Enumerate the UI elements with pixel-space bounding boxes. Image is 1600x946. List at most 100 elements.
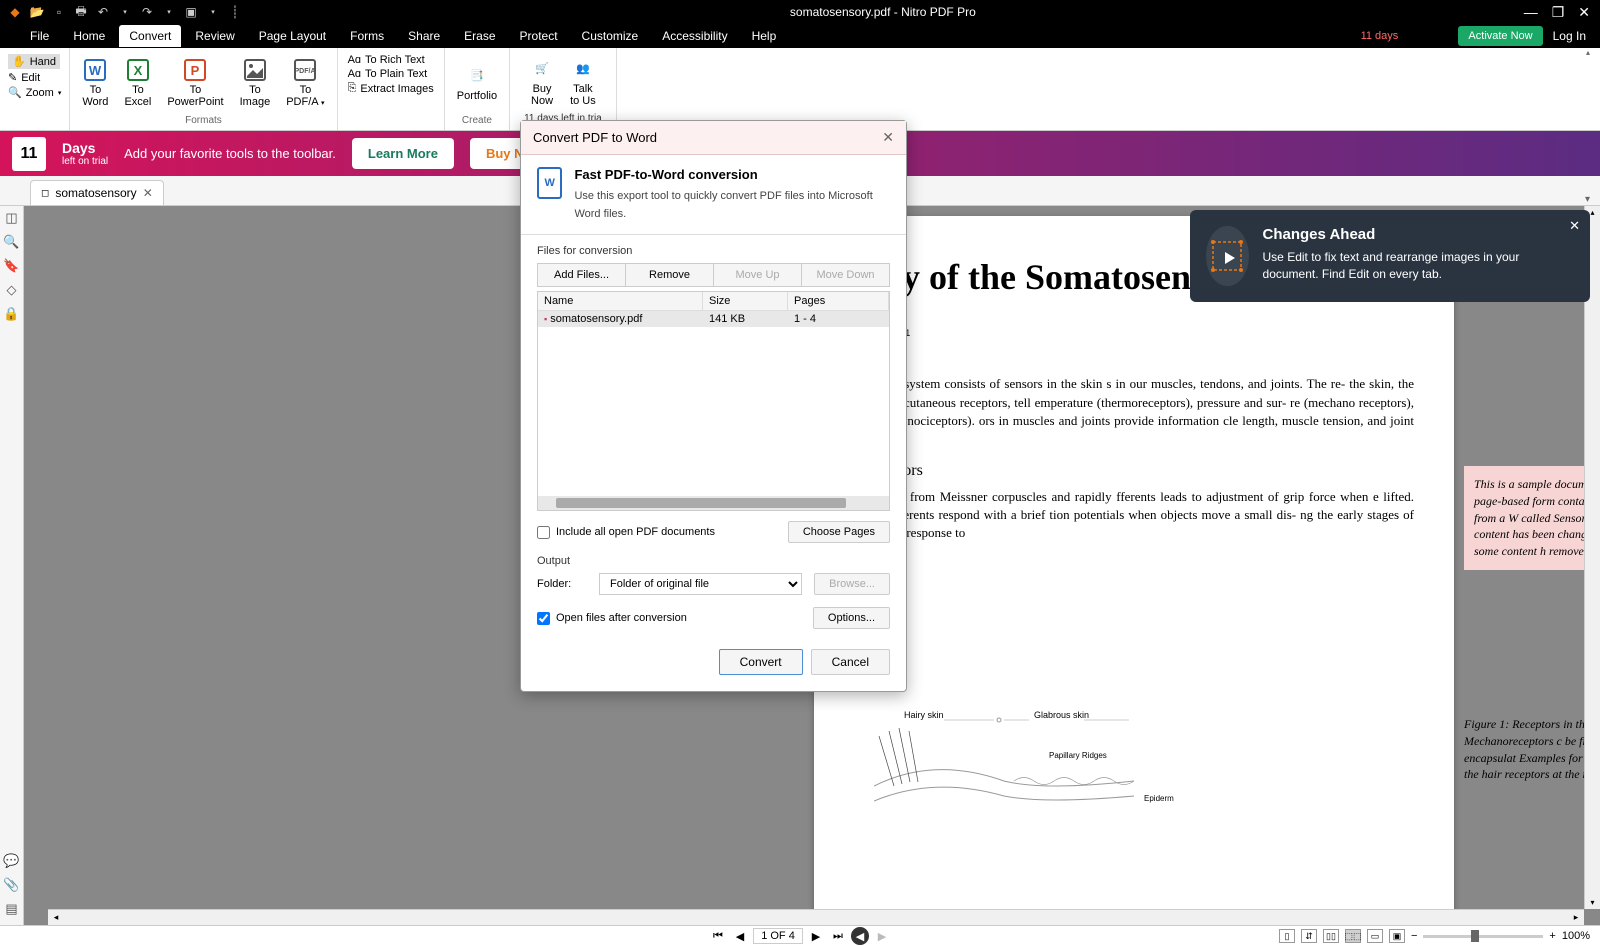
bookmarks-icon[interactable]: 🔖 (4, 258, 20, 274)
tags-icon[interactable]: ◇ (4, 282, 20, 298)
ribbon-collapse-icon[interactable]: ▴ (1586, 48, 1600, 57)
add-files-button[interactable]: Add Files... (538, 264, 626, 286)
zoom-slider-handle[interactable] (1471, 930, 1479, 942)
to-image-button[interactable]: ToImage (236, 56, 275, 110)
zoom-label[interactable]: 100% (1562, 930, 1590, 942)
menu-customize[interactable]: Customize (572, 25, 649, 47)
view-fullscreen-button[interactable]: ▭ (1367, 929, 1383, 943)
talk-to-us-button[interactable]: 👥Talkto Us (566, 55, 600, 109)
search-icon[interactable]: 🔍 (4, 234, 20, 250)
menu-help[interactable]: Help (742, 25, 787, 47)
qat-dropdown-icon[interactable]: ▾ (206, 5, 220, 19)
next-page-button[interactable]: ▶ (807, 927, 825, 945)
vertical-scrollbar[interactable]: ▴ ▾ (1584, 206, 1600, 909)
activate-button[interactable]: Activate Now (1458, 26, 1542, 46)
menu-page-layout[interactable]: Page Layout (249, 25, 336, 47)
minimize-button[interactable]: — (1524, 4, 1538, 20)
horizontal-scrollbar[interactable]: ◂ ▸ (48, 909, 1584, 925)
choose-pages-button[interactable]: Choose Pages (788, 521, 890, 543)
notification-body: Use Edit to fix text and rearrange image… (1263, 249, 1574, 283)
menu-erase[interactable]: Erase (454, 25, 505, 47)
open-after-checkbox[interactable]: Open files after conversion (537, 612, 687, 625)
col-size-header[interactable]: Size (703, 292, 788, 310)
remove-file-button[interactable]: Remove (626, 264, 714, 286)
to-rich-text-button[interactable]: AɑTo Rich Text (348, 54, 425, 66)
scroll-down-icon[interactable]: ▾ (1585, 898, 1600, 907)
learn-more-button[interactable]: Learn More (352, 138, 454, 169)
redo-dropdown-icon[interactable]: ▾ (162, 5, 176, 19)
dialog-titlebar[interactable]: Convert PDF to Word ✕ (521, 121, 906, 155)
login-button[interactable]: Log In (1553, 29, 1586, 43)
to-excel-button[interactable]: XToExcel (120, 56, 155, 110)
undo-dropdown-icon[interactable]: ▾ (118, 5, 132, 19)
prev-page-button[interactable]: ◀ (731, 927, 749, 945)
tab-menu-icon[interactable]: ▾ (1585, 194, 1590, 205)
menu-review[interactable]: Review (185, 25, 244, 47)
to-word-button[interactable]: WToWord (78, 56, 112, 110)
zoom-in-button[interactable]: + (1549, 930, 1555, 942)
zoom-tool[interactable]: 🔍Zoom ▾ (8, 86, 61, 99)
scroll-left-icon[interactable]: ◂ (48, 910, 64, 925)
last-page-button[interactable]: ⏭ (829, 927, 847, 945)
to-pdfa-button[interactable]: PDF/AToPDF/A ▾ (282, 56, 328, 110)
comment-icon[interactable]: 💬 (4, 853, 20, 869)
menu-home[interactable]: Home (63, 25, 115, 47)
fig-papillary-label: Papillary Ridges (1049, 751, 1107, 760)
view-facing-continuous-button[interactable]: ⬚⬚ (1345, 929, 1361, 943)
new-icon[interactable]: ▫ (52, 5, 66, 19)
open-after-input[interactable] (537, 612, 550, 625)
close-button[interactable]: ✕ (1578, 4, 1590, 21)
to-plain-text-button[interactable]: AɑTo Plain Text (348, 68, 428, 80)
file-icon: ▪ (544, 314, 547, 324)
pages-panel-icon[interactable]: ◫ (4, 210, 20, 226)
redo-icon[interactable]: ↷ (140, 5, 154, 19)
file-pages: 1 - 4 (788, 311, 889, 327)
menu-accessibility[interactable]: Accessibility (652, 25, 737, 47)
cancel-button[interactable]: Cancel (811, 649, 890, 675)
attachment-icon[interactable]: 📎 (4, 877, 20, 893)
page-input[interactable] (753, 928, 803, 944)
include-all-input[interactable] (537, 526, 550, 539)
view-continuous-button[interactable]: ⇵ (1301, 929, 1317, 943)
first-page-button[interactable]: ⏮ (709, 927, 727, 945)
view-presentation-button[interactable]: ▣ (1389, 929, 1405, 943)
undo-icon[interactable]: ↶ (96, 5, 110, 19)
file-row[interactable]: ▪ somatosensory.pdf 141 KB 1 - 4 (538, 311, 889, 327)
document-tab[interactable]: ◻ somatosensory ✕ (30, 180, 164, 205)
scroll-right-icon[interactable]: ▸ (1568, 910, 1584, 925)
zoom-slider[interactable] (1423, 935, 1543, 938)
view-single-button[interactable]: ▯ (1279, 929, 1295, 943)
to-powerpoint-button[interactable]: PToPowerPoint (163, 56, 227, 110)
menu-share[interactable]: Share (398, 25, 450, 47)
include-all-checkbox[interactable]: Include all open PDF documents (537, 526, 715, 539)
col-name-header[interactable]: Name (538, 292, 703, 310)
notification-close-button[interactable]: ✕ (1569, 218, 1580, 234)
menu-file[interactable]: File (20, 25, 59, 47)
file-list-scrollbar[interactable] (538, 496, 889, 510)
options-button[interactable]: Options... (813, 607, 890, 629)
dialog-close-button[interactable]: ✕ (882, 129, 894, 146)
open-icon[interactable]: 📂 (30, 5, 44, 19)
edit-tool[interactable]: ✎Edit (8, 71, 40, 84)
security-icon[interactable]: 🔒 (4, 306, 20, 322)
zoom-out-button[interactable]: − (1411, 930, 1417, 942)
extract-images-button[interactable]: ⎘Extract Images (348, 82, 434, 95)
tab-close-button[interactable]: ✕ (143, 186, 153, 200)
forward-view-button[interactable]: ▶ (873, 927, 891, 945)
col-pages-header[interactable]: Pages (788, 292, 889, 310)
folder-select[interactable]: Folder of original file (599, 573, 802, 595)
file-list[interactable]: Name Size Pages ▪ somatosensory.pdf 141 … (537, 291, 890, 511)
maximize-button[interactable]: ❐ (1552, 4, 1565, 21)
view-facing-button[interactable]: ▯▯ (1323, 929, 1339, 943)
hand-tool[interactable]: ✋Hand (8, 54, 60, 69)
back-view-button[interactable]: ◀ (851, 927, 869, 945)
menu-forms[interactable]: Forms (340, 25, 394, 47)
menu-protect[interactable]: Protect (510, 25, 568, 47)
export-icon[interactable]: ▣ (184, 5, 198, 19)
menu-convert[interactable]: Convert (119, 25, 181, 47)
layers-icon[interactable]: ▤ (4, 901, 20, 917)
convert-button[interactable]: Convert (719, 649, 803, 675)
print-icon[interactable]: 🖶 (74, 5, 88, 19)
portfolio-button[interactable]: 📑Portfolio (453, 62, 501, 104)
buy-now-button[interactable]: 🛒BuyNow (526, 55, 558, 109)
